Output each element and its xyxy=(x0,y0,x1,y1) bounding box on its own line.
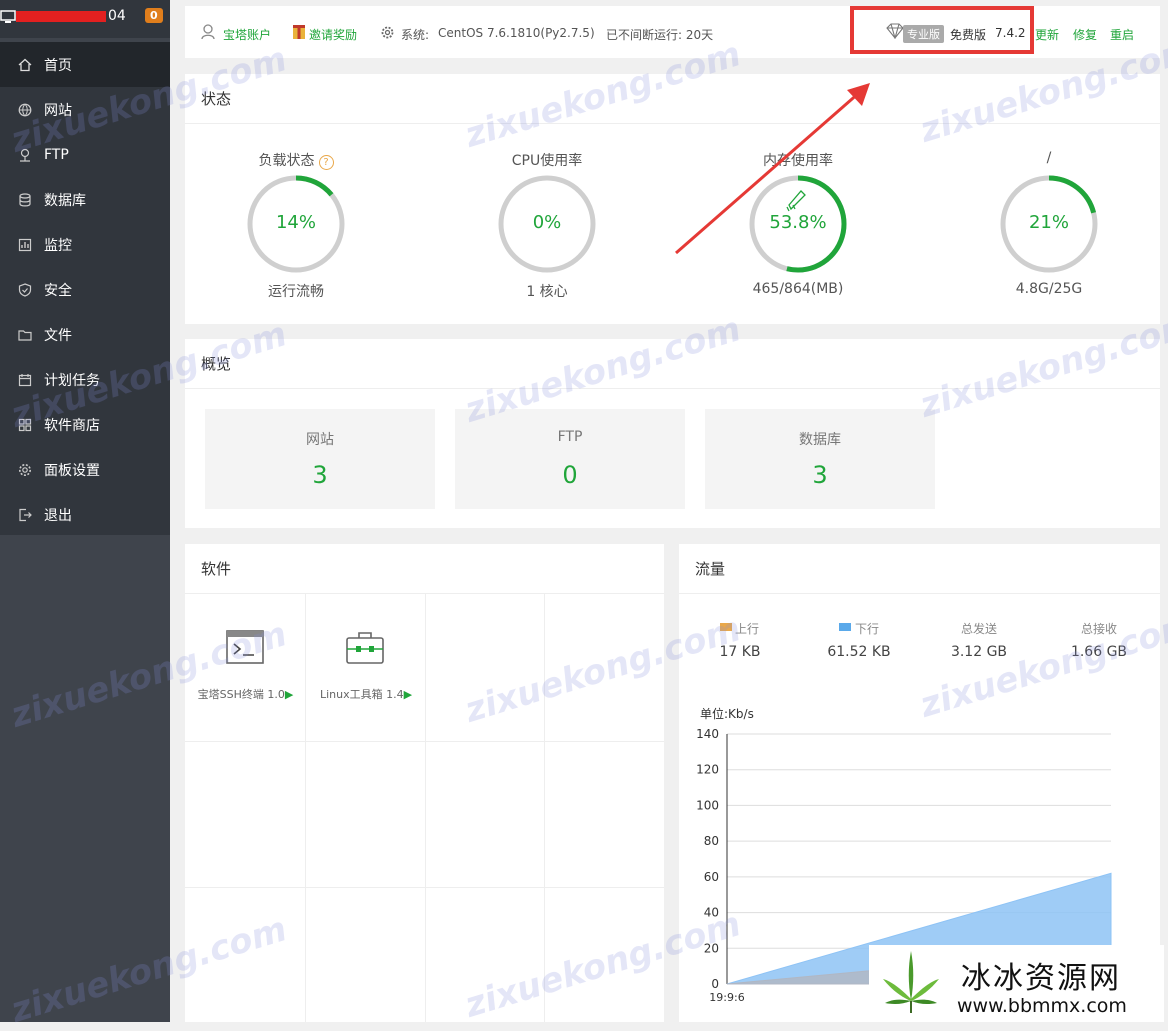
overview-value: 0 xyxy=(562,461,578,489)
gauge-subtext: 1 核心 xyxy=(526,284,568,300)
gauge-label: / xyxy=(1046,150,1052,166)
sidebar-item-security[interactable]: 安全 xyxy=(0,267,170,312)
flow-label: 下行 xyxy=(855,622,880,636)
sidebar-item-monitor[interactable]: 监控 xyxy=(0,222,170,267)
chart-monitor-icon xyxy=(18,238,32,251)
y-tick-label: 80 xyxy=(704,834,719,848)
sidebar-item-label: 退出 xyxy=(44,507,72,524)
brand-url: www.bbmmx.com xyxy=(957,995,1127,1017)
brand-name: 冰冰资源网 xyxy=(961,961,1121,996)
play-icon[interactable]: ▶ xyxy=(404,688,412,701)
y-tick-label: 140 xyxy=(696,727,719,741)
gauge-subtext: 465/864(MB) xyxy=(752,281,844,297)
brand-watermark: 冰冰资源网 www.bbmmx.com xyxy=(869,945,1164,1022)
toolbox-icon xyxy=(346,632,384,664)
highlight-box xyxy=(850,6,1034,54)
gauge-value: 14% xyxy=(275,212,316,233)
flow-label: 总发送 xyxy=(960,622,997,636)
panel-title: 软件 xyxy=(201,560,232,578)
y-tick-label: 100 xyxy=(696,798,719,812)
leaf-logo-icon xyxy=(883,951,939,1013)
gauge-value: 21% xyxy=(1028,212,1069,233)
divider xyxy=(679,593,1160,594)
system-value: CentOS 7.6.1810(Py2.7.5) xyxy=(438,26,595,40)
help-icon[interactable]: ? xyxy=(318,155,334,170)
software-label: Linux工具箱 1.4▶ xyxy=(306,686,426,702)
software-slot xyxy=(306,888,426,1022)
overview-label: 数据库 xyxy=(799,432,841,448)
logout-icon xyxy=(19,508,32,521)
sidebar-item-label: 监控 xyxy=(44,237,72,254)
software-slot xyxy=(185,742,306,888)
system-label: 系统: xyxy=(401,28,430,42)
restart-button[interactable]: 重启 xyxy=(1110,26,1134,43)
database-icon xyxy=(19,192,31,206)
sidebar-item-label: 面板设置 xyxy=(44,462,100,479)
home-icon xyxy=(18,58,32,71)
user-icon xyxy=(201,24,215,40)
uptime-text: 已不间断运行: 20天 xyxy=(606,28,714,42)
y-tick-label: 120 xyxy=(696,763,719,777)
sidebar-item-label: 文件 xyxy=(44,327,72,344)
software-label-text: Linux工具箱 1.4 xyxy=(319,688,404,701)
gauge-value: 0% xyxy=(532,212,562,233)
shield-icon xyxy=(18,282,32,297)
software-slot xyxy=(306,742,426,888)
overview-label: FTP xyxy=(557,429,583,445)
y-tick-label: 0 xyxy=(711,977,719,991)
flow-value: 61.52 KB xyxy=(827,644,891,660)
sidebar-item-label: 数据库 xyxy=(44,192,86,209)
sidebar-item-label: 首页 xyxy=(44,57,72,74)
account-link[interactable]: 宝塔账户 xyxy=(223,26,271,43)
gauge-label: 负载状态? xyxy=(196,150,396,170)
gear-icon xyxy=(19,463,31,476)
overview-card-database[interactable]: 数据库 3 xyxy=(705,409,935,509)
x-tick-label: 19:9:6 xyxy=(709,991,744,1004)
invite-link[interactable]: 邀请奖励 xyxy=(309,26,357,43)
calendar-icon xyxy=(18,373,32,386)
gauge-subtext: 运行流畅 xyxy=(268,284,324,300)
gear-icon xyxy=(381,26,394,39)
overview-card-website[interactable]: 网站 3 xyxy=(205,409,435,509)
overview-label: 网站 xyxy=(306,432,334,448)
sidebar-item-logout[interactable]: 退出 xyxy=(0,492,170,537)
gift-icon xyxy=(293,25,305,39)
server-name: 04 xyxy=(108,8,126,24)
redacted-server-name xyxy=(16,11,106,22)
software-slot xyxy=(426,742,545,888)
update-button[interactable]: 更新 xyxy=(1035,26,1059,43)
software-label-text: 宝塔SSH终端 1.0 xyxy=(197,688,285,701)
y-tick-label: 60 xyxy=(704,870,719,884)
sidebar-item-database[interactable]: 数据库 xyxy=(0,177,170,222)
gauge-subtext: 4.8G/25G xyxy=(1015,281,1083,297)
overview-value: 3 xyxy=(812,461,828,489)
play-icon[interactable]: ▶ xyxy=(285,688,293,701)
download-legend-swatch xyxy=(839,623,851,631)
panel-title: 流量 xyxy=(695,560,726,578)
repair-button[interactable]: 修复 xyxy=(1073,26,1097,43)
software-slot xyxy=(545,742,664,888)
sidebar-header: 04 0 xyxy=(0,0,170,38)
sidebar-item-settings[interactable]: 面板设置 xyxy=(0,447,170,492)
folder-icon xyxy=(18,329,32,341)
monitor-icon xyxy=(0,10,16,23)
sidebar-item-files[interactable]: 文件 xyxy=(0,312,170,357)
notification-badge[interactable]: 0 xyxy=(145,8,163,23)
software-item-toolbox[interactable] xyxy=(306,594,426,742)
software-label: 宝塔SSH终端 1.0▶ xyxy=(185,686,306,702)
sidebar-item-label: 安全 xyxy=(44,282,72,299)
annotation-arrow xyxy=(675,83,870,255)
overview-value: 3 xyxy=(312,461,328,489)
